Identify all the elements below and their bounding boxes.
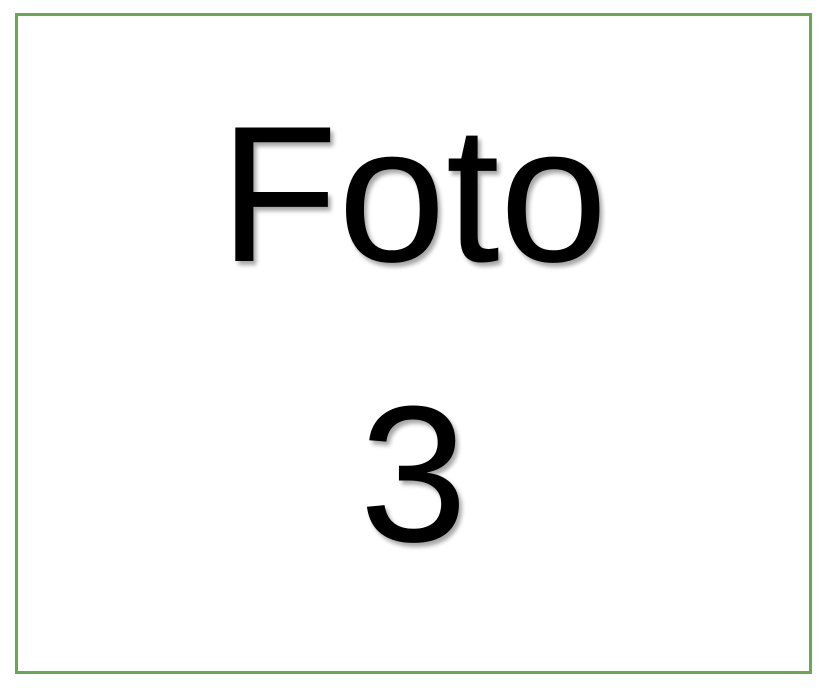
placeholder-label: Foto <box>219 86 608 303</box>
placeholder-number: 3 <box>359 366 468 583</box>
photo-placeholder-frame: Foto 3 <box>15 13 812 674</box>
